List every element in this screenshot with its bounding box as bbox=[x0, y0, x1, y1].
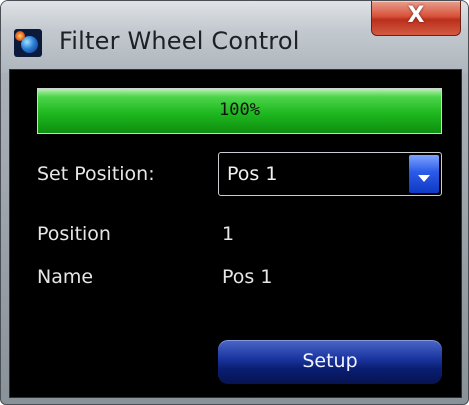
name-value: Pos 1 bbox=[222, 266, 273, 288]
setup-button-label: Setup bbox=[302, 350, 358, 372]
set-position-dropdown[interactable]: Pos 1 bbox=[218, 152, 442, 196]
progress-bar: 100% bbox=[37, 88, 442, 134]
position-label: Position bbox=[37, 223, 111, 245]
close-icon: X bbox=[407, 3, 425, 28]
window-title: Filter Wheel Control bbox=[59, 27, 300, 55]
set-position-selected-value: Pos 1 bbox=[227, 163, 278, 185]
close-button[interactable]: X bbox=[371, 1, 461, 36]
flare-icon-part bbox=[15, 31, 25, 41]
setup-button[interactable]: Setup bbox=[218, 340, 442, 384]
chevron-down-icon[interactable] bbox=[409, 155, 439, 193]
app-icon bbox=[14, 29, 42, 57]
filter-wheel-window: Filter Wheel Control X 100% Set Position… bbox=[0, 0, 469, 405]
name-label: Name bbox=[37, 266, 94, 288]
title-bar[interactable]: Filter Wheel Control X bbox=[1, 1, 468, 73]
progress-percent-text: 100% bbox=[219, 100, 260, 120]
position-value: 1 bbox=[222, 223, 235, 245]
client-area: 100% Set Position: Pos 1 Position 1 Name… bbox=[9, 69, 462, 398]
set-position-label: Set Position: bbox=[37, 163, 155, 185]
